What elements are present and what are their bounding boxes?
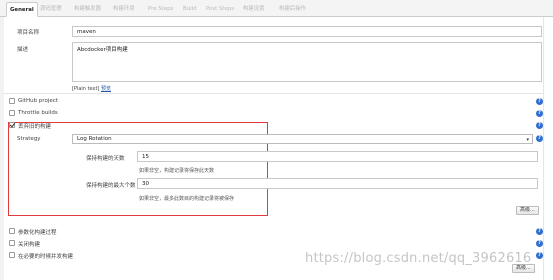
tab-build-settings[interactable]: 构建设置: [240, 2, 268, 17]
project-name-input[interactable]: maven: [72, 26, 542, 37]
concurrent-build-checkbox[interactable]: [9, 252, 15, 258]
disable-build-checkbox[interactable]: [9, 240, 15, 246]
help-icon[interactable]: ?: [536, 228, 543, 235]
config-tab-bar: General 源码管理 构建触发器 构建环境 Pre Steps Build …: [0, 0, 553, 17]
max-builds-hint: 如果非空，最多此数目的构建记录将被保存: [139, 196, 235, 202]
throttle-builds-label: Throttle builds: [18, 110, 58, 116]
github-project-label: GitHub project: [18, 98, 58, 104]
dropdown-arrow-icon: ▾: [526, 137, 529, 143]
days-to-keep-hint: 如果非空，构建记录将保存此天数: [139, 168, 215, 174]
days-to-keep-input[interactable]: 15: [137, 151, 538, 162]
help-icon[interactable]: ?: [536, 252, 543, 259]
discard-old-builds-label: 丢弃旧的构建: [18, 124, 52, 130]
help-icon[interactable]: ?: [536, 122, 543, 129]
discard-old-builds-checkbox[interactable]: [9, 122, 15, 128]
days-to-keep-label: 保持构建的天数: [86, 156, 125, 162]
throttle-builds-checkbox[interactable]: [9, 110, 15, 116]
max-builds-input[interactable]: 30: [137, 178, 538, 189]
help-icon[interactable]: ?: [536, 240, 543, 247]
tab-source-management[interactable]: 源码管理: [37, 2, 65, 17]
plain-text-prefix: [Plain text]: [72, 86, 100, 92]
right-edge: [543, 17, 553, 280]
disable-build-label: 关闭构建: [18, 242, 41, 248]
tab-post-build-actions[interactable]: 构建后操作: [276, 2, 309, 17]
advanced-button[interactable]: 高级...: [516, 206, 539, 215]
strategy-label: Strategy: [17, 136, 41, 142]
preview-link[interactable]: 预览: [101, 86, 111, 92]
max-builds-label: 保持构建的最大个数: [86, 183, 136, 189]
watermark-text: https://blog.csdn.net/qq_3962616: [305, 251, 532, 266]
strategy-select[interactable]: Log Rotation ▾: [72, 134, 533, 144]
left-edge: [0, 17, 4, 280]
help-icon[interactable]: ?: [536, 98, 543, 105]
description-textarea[interactable]: Abcdocker项目构建: [72, 42, 542, 82]
tab-build-environment[interactable]: 构建环境: [110, 2, 138, 17]
github-project-checkbox[interactable]: [9, 98, 15, 104]
parameterized-build-label: 参数化构建过程: [18, 230, 57, 236]
help-icon[interactable]: ?: [536, 135, 543, 142]
concurrent-build-label: 在必要的时候并发构建: [18, 254, 74, 260]
project-name-label: 项目名称: [17, 30, 40, 36]
tab-general[interactable]: General: [6, 2, 38, 17]
tab-build-triggers[interactable]: 构建触发器: [71, 2, 104, 17]
description-label: 描述: [17, 47, 29, 53]
plain-text-note: [Plain text] 预览: [72, 85, 111, 92]
tab-build[interactable]: Build: [180, 2, 200, 17]
help-icon[interactable]: ?: [536, 110, 543, 117]
parameterized-build-checkbox[interactable]: [9, 228, 15, 234]
tab-post-steps[interactable]: Post Steps: [203, 2, 237, 17]
divider: [4, 93, 543, 94]
strategy-selected-value: Log Rotation: [77, 136, 112, 142]
tab-pre-steps[interactable]: Pre Steps: [145, 2, 176, 17]
